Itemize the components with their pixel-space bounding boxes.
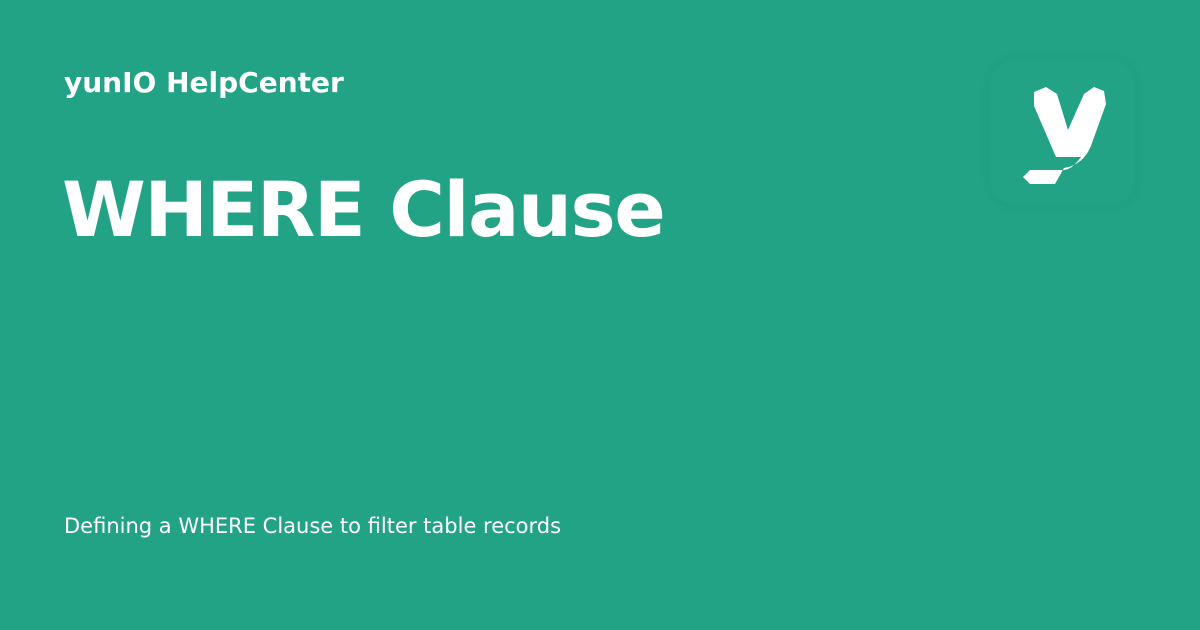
brand-logo: [990, 60, 1135, 205]
site-name: yunIO HelpCenter: [64, 66, 344, 99]
yunio-y-logo-icon: [1023, 87, 1106, 184]
page-title: WHERE Clause: [62, 165, 666, 254]
page-subtitle: Defining a WHERE Clause to filter table …: [64, 514, 562, 538]
